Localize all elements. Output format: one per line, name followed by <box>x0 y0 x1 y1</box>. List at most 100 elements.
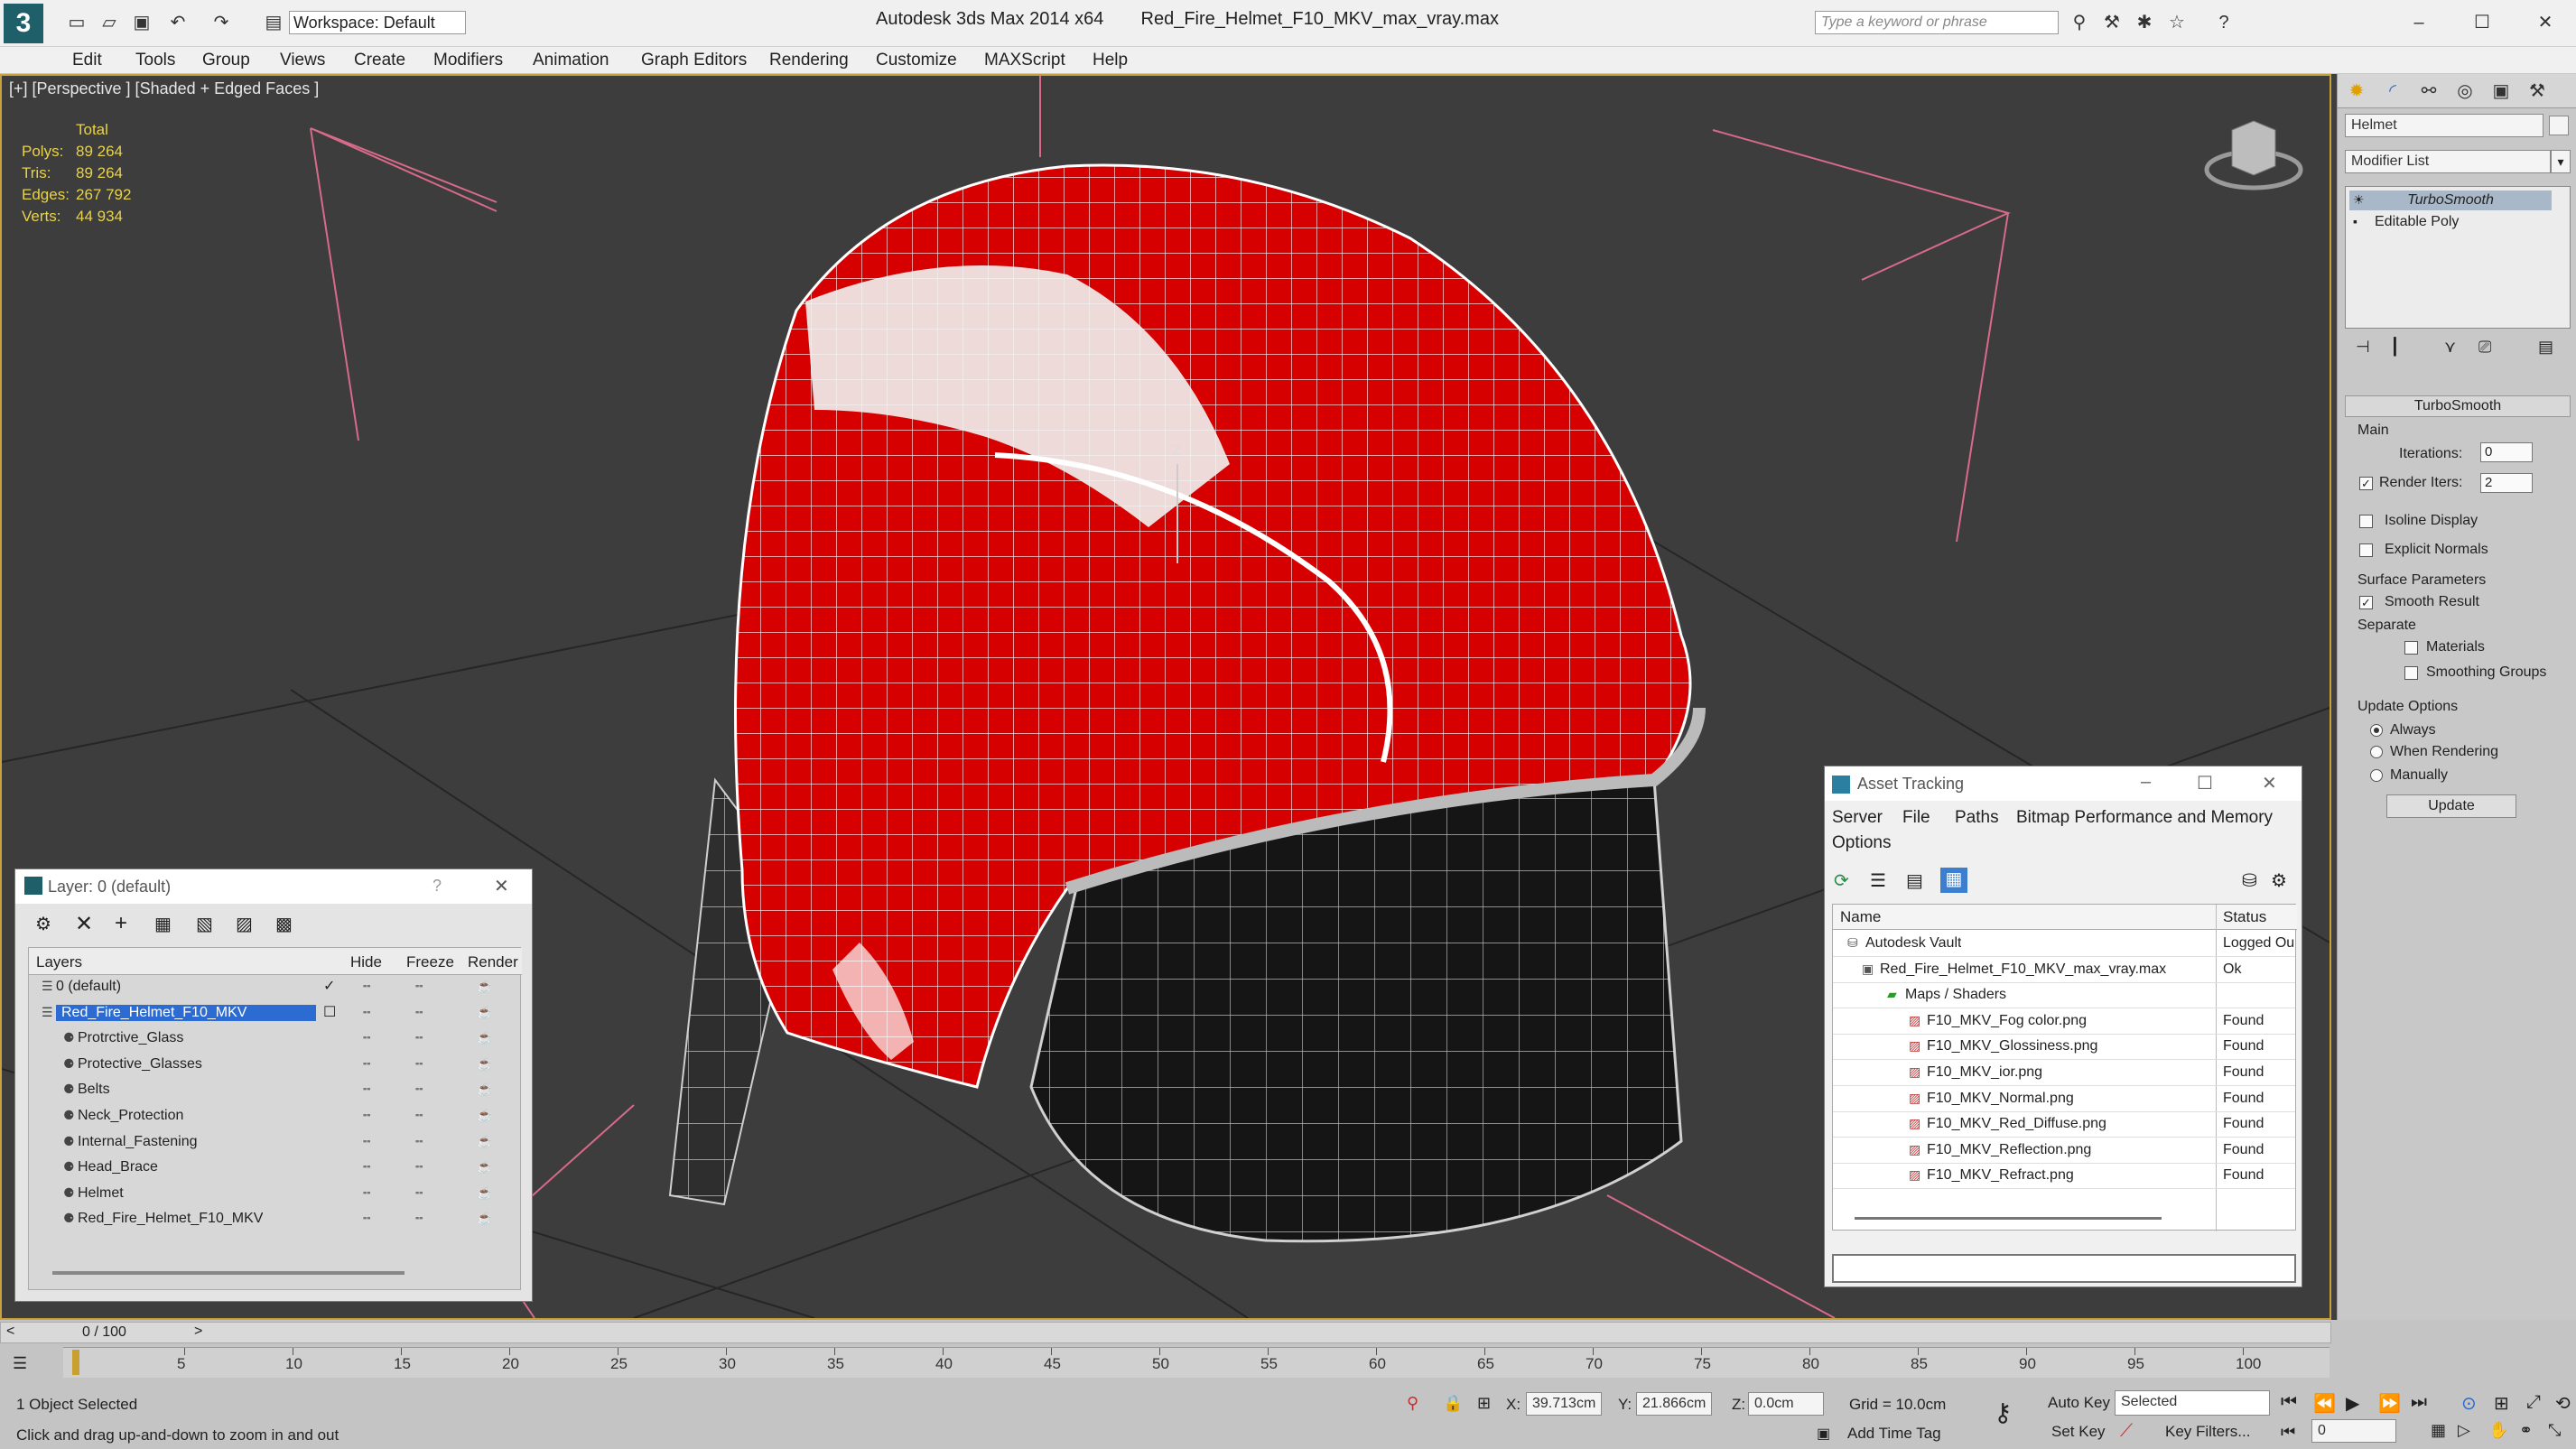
layer-name[interactable]: Red_Fire_Helmet_F10_MKV <box>78 1211 263 1227</box>
highlight-layer-icon[interactable]: ▨ <box>236 913 253 935</box>
asset-path-field[interactable] <box>1832 1254 2296 1283</box>
smooth-result-checkbox[interactable]: ✓ <box>2359 596 2373 609</box>
layer-name[interactable]: 0 (default) <box>56 979 121 995</box>
display-tab-icon[interactable]: ▣ <box>2486 78 2516 105</box>
manually-radio[interactable] <box>2370 769 2383 782</box>
layer-row[interactable]: ☰ 0 (default) ╍ ╍ ☕ ✓ <box>29 975 520 1000</box>
stack-item-editable-poly[interactable]: Editable Poly <box>2349 212 2552 232</box>
pan-view-icon[interactable]: ✋ <box>2488 1421 2508 1440</box>
asset-scrollbar[interactable] <box>1855 1217 2162 1220</box>
auto-key-button[interactable]: Auto Key <box>2048 1394 2110 1412</box>
walk-through-icon[interactable]: ⚭ <box>2519 1421 2533 1440</box>
layer-explorer-window[interactable]: Layer: 0 (default) ? ✕ ⚙ ✕ + ▦ ▧ ▨ ▩ Lay… <box>14 868 533 1302</box>
save-icon[interactable]: ▣ <box>130 11 153 34</box>
thumbnail-view-icon[interactable]: ▤ <box>1906 869 1923 892</box>
update-button[interactable]: Update <box>2386 794 2516 818</box>
layer-name[interactable]: Belts <box>78 1082 110 1098</box>
freeze-toggle[interactable]: ╍ <box>415 1005 423 1020</box>
isolate-icon[interactable]: ⚲ <box>1407 1394 1418 1413</box>
hierarchy-tab-icon[interactable]: ⚯ <box>2413 78 2444 105</box>
current-frame-field[interactable]: 0 <box>2311 1419 2396 1443</box>
hide-toggle[interactable]: ╍ <box>363 1056 370 1072</box>
layer-window-title[interactable]: Layer: 0 (default) <box>15 869 532 904</box>
layer-row[interactable]: ⚈ Helmet ╍ ╍ ☕ <box>29 1182 520 1207</box>
asset-menu-file[interactable]: File <box>1902 808 1930 828</box>
z-coordinate-field[interactable]: 0.0cm <box>1748 1392 1824 1416</box>
menu-customize[interactable]: Customize <box>876 51 957 70</box>
tools-icon[interactable]: ⚒ <box>2100 11 2124 34</box>
new-layer-icon[interactable]: + <box>115 911 127 936</box>
maximize-viewport-icon[interactable]: ⤢ <box>2526 1392 2541 1413</box>
layer-help-button[interactable]: ? <box>432 877 442 896</box>
layer-close-icon[interactable]: ✕ <box>494 875 509 897</box>
favorites-star-icon[interactable]: ☆ <box>2165 11 2189 34</box>
layer-row[interactable]: ⚈ Protective_Glasses ╍ ╍ ☕ <box>29 1053 520 1078</box>
asset-menu-options[interactable]: Options <box>1832 833 1891 853</box>
search-input[interactable]: Type a keyword or phrase <box>1815 11 2059 34</box>
asset-name[interactable]: Autodesk Vault <box>1865 935 1961 952</box>
asset-window-title[interactable]: Asset Tracking <box>1825 766 2302 801</box>
time-cursor[interactable] <box>72 1350 79 1375</box>
layer-row[interactable]: ⚈ Neck_Protection ╍ ╍ ☕ <box>29 1104 520 1129</box>
maximize-icon[interactable]: ☐ <box>2470 11 2494 34</box>
zoom-all-icon[interactable]: ⊞ <box>2494 1392 2509 1415</box>
key-icon[interactable]: ⚷ <box>1994 1398 2013 1427</box>
lightbulb-icon[interactable]: ☀ <box>2353 192 2365 208</box>
active-layer-check-icon[interactable]: ✓ <box>323 977 335 995</box>
hide-toggle[interactable]: ╍ <box>363 1134 370 1149</box>
time-config-icon[interactable]: ▦ <box>2431 1421 2446 1440</box>
layer-row[interactable]: ⚈ Head_Brace ╍ ╍ ☕ <box>29 1156 520 1181</box>
asset-name[interactable]: F10_MKV_Normal.png <box>1927 1091 2074 1107</box>
select-objects-icon[interactable]: ▧ <box>196 913 213 935</box>
layer-name[interactable]: Helmet <box>78 1185 124 1202</box>
freeze-toggle[interactable]: ╍ <box>415 1082 423 1097</box>
hide-toggle[interactable]: ╍ <box>363 979 370 994</box>
key-mode-toggle-icon[interactable]: ⏮ <box>2281 1423 2295 1442</box>
trackbar-menu-icon[interactable]: ☰ <box>13 1354 40 1374</box>
asset-menu-bitmap[interactable]: Bitmap Performance and Memory <box>2016 808 2273 828</box>
hide-toggle[interactable]: ╍ <box>363 1159 370 1175</box>
render-teapot-icon[interactable]: ☕ <box>477 1030 492 1045</box>
expand-plus-icon[interactable]: ▪ <box>2353 214 2357 228</box>
menu-help[interactable]: Help <box>1093 51 1128 70</box>
redo-icon[interactable]: ↷ <box>209 11 233 34</box>
viewcube-icon[interactable] <box>2204 120 2303 190</box>
object-color-swatch[interactable] <box>2549 116 2569 135</box>
asset-name[interactable]: F10_MKV_Refract.png <box>1927 1167 2074 1184</box>
asset-name[interactable]: F10_MKV_Reflection.png <box>1927 1142 2091 1158</box>
add-to-layer-icon[interactable]: ▦ <box>154 913 172 935</box>
explicit-normals-checkbox[interactable] <box>2359 543 2373 557</box>
table-view-icon[interactable]: ▦ <box>1940 868 1967 893</box>
key-mode-dropdown[interactable]: Selected <box>2115 1390 2270 1416</box>
when-rendering-radio[interactable] <box>2370 746 2383 758</box>
col-name[interactable]: Name <box>1840 908 1881 926</box>
render-teapot-icon[interactable]: ☕ <box>477 979 492 994</box>
col-hide[interactable]: Hide <box>350 953 382 971</box>
menu-graph-editors[interactable]: Graph Editors <box>641 51 747 70</box>
hide-all-icon[interactable]: ▩ <box>275 913 293 935</box>
layer-row[interactable]: ⚈ Red_Fire_Helmet_F10_MKV ╍ ╍ ☕ <box>29 1207 520 1232</box>
absolute-mode-icon[interactable]: ⊞ <box>1477 1394 1491 1413</box>
iterations-spinner[interactable]: 0 <box>2480 442 2533 462</box>
project-folder-icon[interactable]: ▤ <box>262 11 285 34</box>
render-teapot-icon[interactable]: ☕ <box>477 1005 492 1020</box>
asset-menu-server[interactable]: Server <box>1832 808 1883 828</box>
col-layers[interactable]: Layers <box>36 953 82 971</box>
orbit-subobject-icon[interactable]: ⤡ <box>2548 1421 2561 1440</box>
time-slider[interactable]: < 0 / 100 > <box>0 1322 2331 1343</box>
x-coordinate-field[interactable]: 39.713cm <box>1526 1392 1602 1416</box>
workspace-dropdown[interactable]: Workspace: Default <box>289 11 466 34</box>
col-render[interactable]: Render <box>468 953 518 971</box>
zoom-region-icon[interactable]: ⊙ <box>2461 1392 2477 1415</box>
layer-name[interactable]: Head_Brace <box>78 1159 158 1175</box>
open-file-icon[interactable]: ▱ <box>98 11 121 34</box>
layer-name[interactable]: Neck_Protection <box>78 1108 183 1124</box>
asset-row[interactable]: ▨ F10_MKV_Glossiness.png Found <box>1833 1035 2295 1061</box>
next-key-icon[interactable]: ⏩ <box>2378 1392 2401 1415</box>
lock-icon[interactable]: 🔒 <box>1443 1394 1463 1413</box>
previous-key-icon[interactable]: ⏪ <box>2313 1392 2336 1415</box>
render-iters-checkbox[interactable]: ✓ <box>2359 477 2373 490</box>
layer-name[interactable]: Red_Fire_Helmet_F10_MKV <box>56 1004 316 1021</box>
layer-row[interactable]: ⚈ Protrctive_Glass ╍ ╍ ☕ <box>29 1026 520 1052</box>
asset-row[interactable]: ▨ F10_MKV_Fog color.png Found <box>1833 1009 2295 1035</box>
